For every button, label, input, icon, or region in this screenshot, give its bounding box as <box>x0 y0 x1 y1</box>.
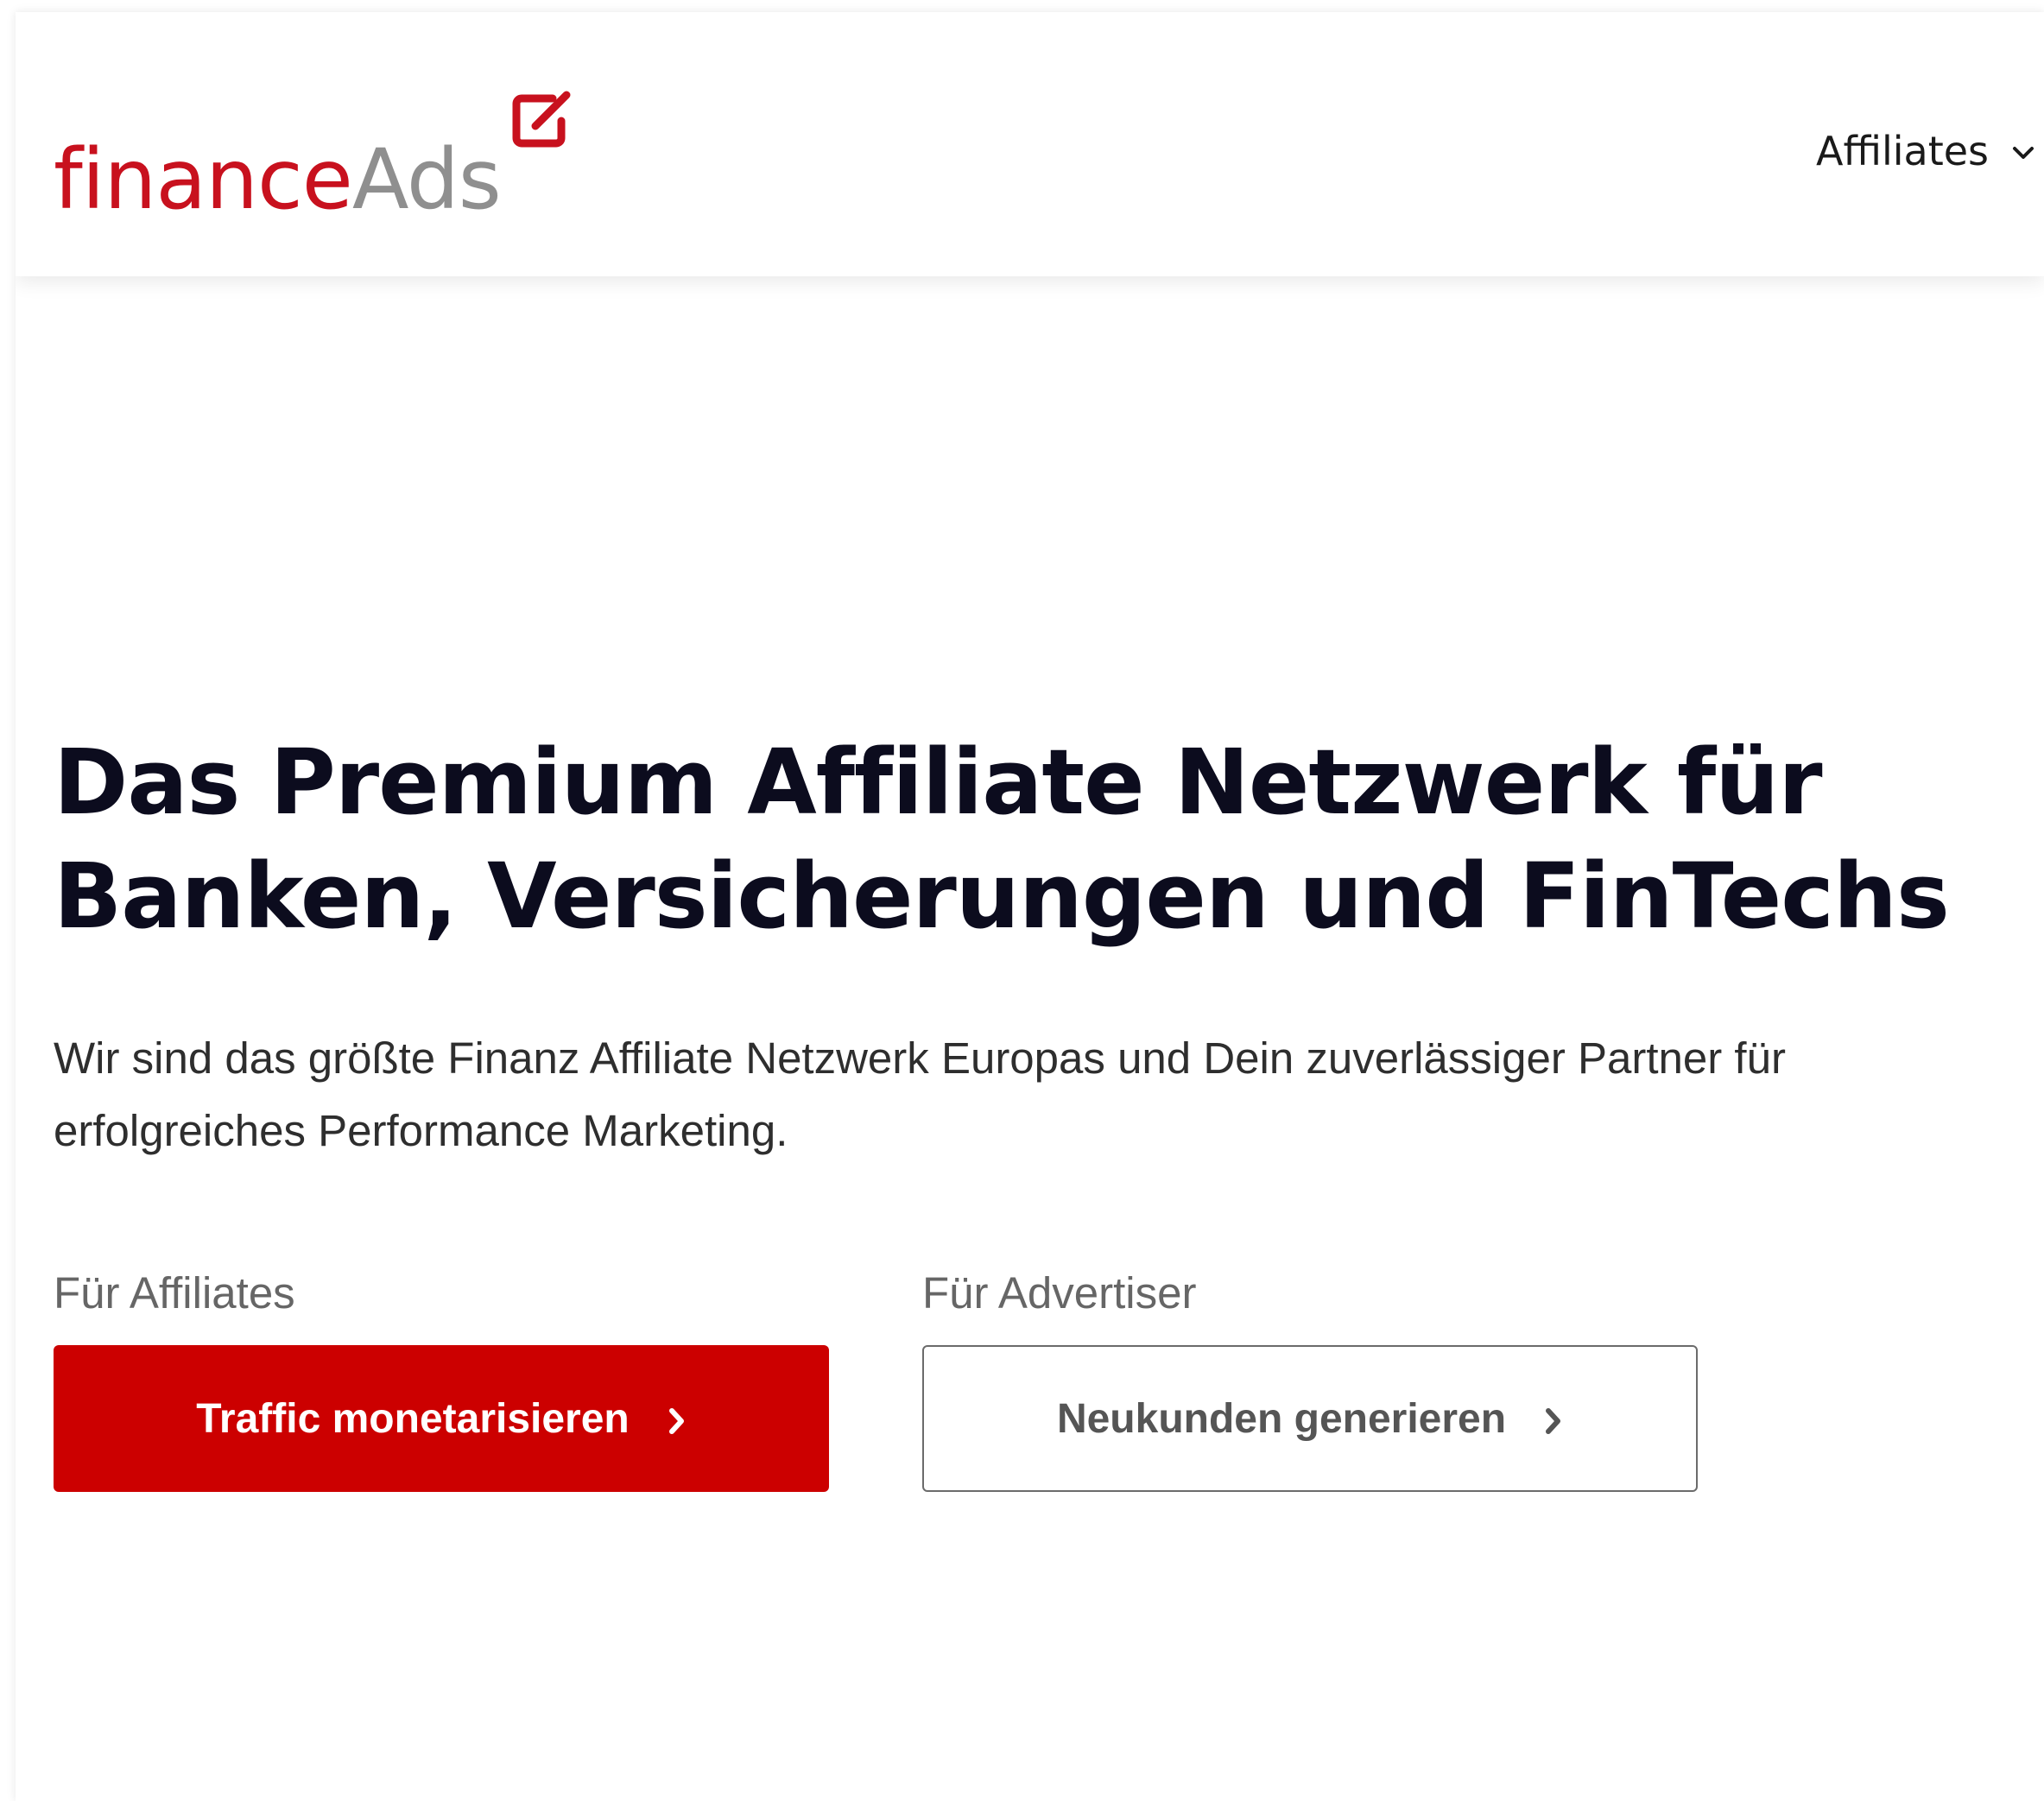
nav-affiliates-menu[interactable]: Affiliates <box>1816 128 2035 174</box>
cta-advertiser-label: Für Advertiser <box>922 1268 1197 1318</box>
logo-wordmark: financeAds <box>54 138 502 221</box>
site-header: financeAds Affiliates <box>16 12 2044 276</box>
edit-checkbox-icon <box>512 91 571 148</box>
neukunden-generieren-button[interactable]: Neukunden generieren <box>922 1345 1698 1492</box>
cta-advertiser-group: Für Advertiser Neukunden generieren <box>922 1266 1698 1492</box>
nav-affiliates-label: Affiliates <box>1816 128 1989 174</box>
hero-lead-text: Wir sind das größte Finanz Affiliate Net… <box>54 1033 1786 1155</box>
neukunden-generieren-button-label: Neukunden generieren <box>1056 1395 1507 1442</box>
chevron-right-icon <box>668 1408 684 1434</box>
chevron-down-icon <box>2013 147 2034 159</box>
logo-text-ads: Ads <box>351 131 502 228</box>
hero-headline: Das Premium Affiliate Netzwerk für Banke… <box>54 730 1950 949</box>
traffic-monetarisieren-button-label: Traffic monetarisieren <box>196 1395 630 1442</box>
traffic-monetarisieren-button[interactable]: Traffic monetarisieren <box>54 1345 829 1492</box>
logo[interactable]: financeAds <box>54 88 589 226</box>
cta-affiliates-label: Für Affiliates <box>54 1268 295 1318</box>
chevron-right-icon <box>1546 1408 1561 1434</box>
page: financeAds Affiliates Das Premium Affili… <box>16 12 2044 1801</box>
cta-affiliates-group: Für Affiliates Traffic monetarisieren <box>54 1266 829 1492</box>
logo-text-finance: finance <box>54 131 353 228</box>
